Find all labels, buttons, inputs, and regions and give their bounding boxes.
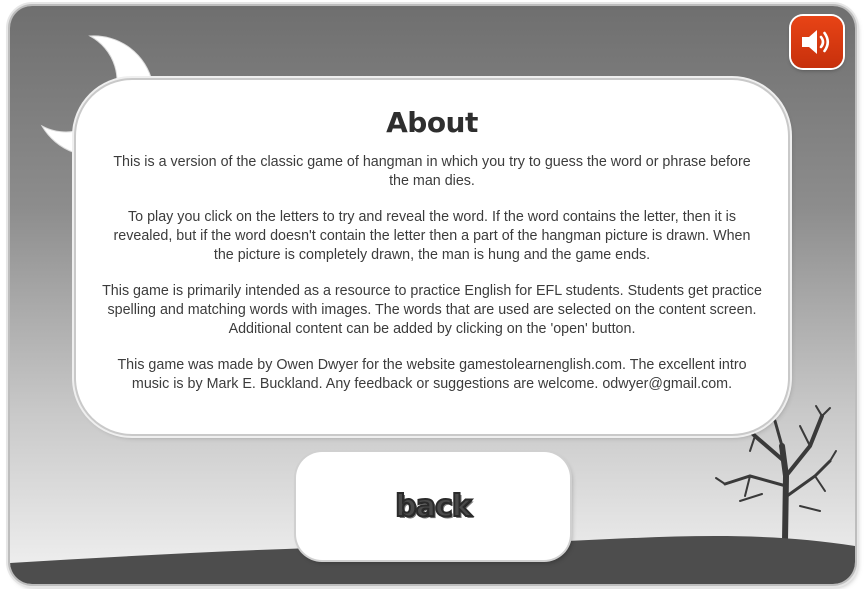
sound-toggle-button[interactable] <box>791 16 843 68</box>
about-paragraph-intro: This is a version of the classic game of… <box>113 154 751 189</box>
about-panel: About This is a version of the classic g… <box>76 80 788 434</box>
back-button-label: back <box>394 488 472 525</box>
back-button[interactable]: back <box>296 452 570 560</box>
game-frame: About This is a version of the classic g… <box>10 6 855 584</box>
about-paragraph-credits: This game was made by Owen Dwyer for the… <box>117 357 747 392</box>
about-title: About <box>386 106 478 139</box>
about-paragraph-purpose: This game is primarily intended as a res… <box>102 283 762 337</box>
speaker-volume-icon <box>802 30 830 54</box>
about-paragraph-how-to-play: To play you click on the letters to try … <box>113 209 751 263</box>
